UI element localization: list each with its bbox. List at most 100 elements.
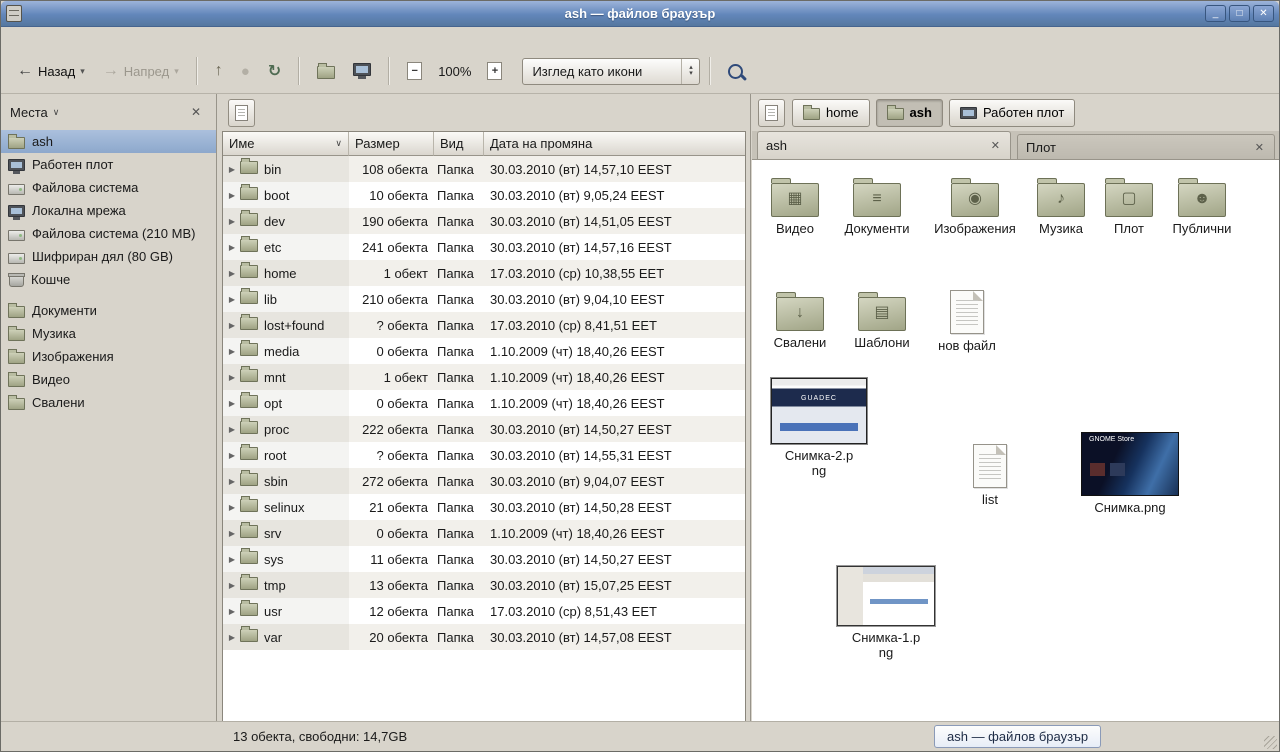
pathbar-button[interactable]: Работен плот — [949, 99, 1075, 127]
sidebar-item[interactable]: Музика — [1, 322, 216, 345]
sidebar-item[interactable]: Файлова система (210 MB) — [1, 222, 216, 245]
expander-icon[interactable]: ▶ — [226, 633, 238, 642]
expander-icon[interactable]: ▶ — [226, 529, 238, 538]
icon-view-item[interactable]: list — [947, 442, 1033, 507]
icon-view-item[interactable]: Шаблони — [839, 288, 925, 350]
expander-icon[interactable]: ▶ — [226, 165, 238, 174]
tab[interactable]: ash ✕ — [757, 131, 1011, 159]
table-row[interactable]: ▶ tmp 13 обекта Папка 30.03.2010 (вт) 15… — [223, 572, 745, 598]
menu-item[interactable] — [77, 35, 95, 41]
table-row[interactable]: ▶ srv 0 обекта Папка 1.10.2009 (чт) 18,4… — [223, 520, 745, 546]
expander-icon[interactable]: ▶ — [226, 555, 238, 564]
places-title[interactable]: Места — [10, 105, 48, 120]
table-row[interactable]: ▶ lost+found ? обекта Папка 17.03.2010 (… — [223, 312, 745, 338]
table-row[interactable]: ▶ sbin 272 обекта Папка 30.03.2010 (вт) … — [223, 468, 745, 494]
icon-view-item[interactable]: GUADEC Снимка-2.png — [764, 376, 874, 478]
expander-icon[interactable]: ▶ — [226, 373, 238, 382]
table-row[interactable]: ▶ home 1 обект Папка 17.03.2010 (ср) 10,… — [223, 260, 745, 286]
expander-icon[interactable]: ▶ — [226, 295, 238, 304]
expander-icon[interactable]: ▶ — [226, 607, 238, 616]
table-row[interactable]: ▶ sys 11 обекта Папка 30.03.2010 (вт) 14… — [223, 546, 745, 572]
expander-icon[interactable]: ▶ — [226, 477, 238, 486]
menu-item[interactable] — [59, 35, 77, 41]
column-header-name[interactable]: Име ∨ — [223, 132, 349, 156]
computer-button[interactable] — [345, 57, 379, 86]
back-button[interactable]: ← Назад ▾ — [9, 58, 93, 85]
reload-button[interactable]: ↻ — [260, 55, 289, 87]
column-header-kind[interactable]: Вид — [434, 132, 484, 156]
sidebar-item[interactable]: Свалени — [1, 391, 216, 414]
up-button[interactable]: ↑ — [207, 56, 231, 86]
table-row[interactable]: ▶ opt 0 обекта Папка 1.10.2009 (чт) 18,4… — [223, 390, 745, 416]
sidebar-item[interactable]: Шифриран дял (80 GB) — [1, 245, 216, 268]
table-row[interactable]: ▶ media 0 обекта Папка 1.10.2009 (чт) 18… — [223, 338, 745, 364]
expander-icon[interactable]: ▶ — [226, 321, 238, 330]
expander-icon[interactable]: ▶ — [226, 399, 238, 408]
zoom-out-button[interactable]: − — [399, 56, 430, 86]
minimize-button[interactable]: _ — [1205, 5, 1226, 22]
icon-view-item[interactable]: Изображения — [932, 174, 1018, 236]
icon-view-item[interactable]: Документи — [834, 174, 920, 236]
icon-view-item[interactable]: нов файл — [924, 288, 1010, 353]
sidebar-close-button[interactable]: ✕ — [185, 104, 207, 120]
table-row[interactable]: ▶ var 20 обекта Папка 30.03.2010 (вт) 14… — [223, 624, 745, 650]
icon-view-item[interactable]: Видео — [752, 174, 838, 236]
expander-icon[interactable]: ▶ — [226, 191, 238, 200]
forward-button[interactable]: → Напред ▾ — [95, 58, 187, 85]
expander-icon[interactable]: ▶ — [226, 581, 238, 590]
expander-icon[interactable]: ▶ — [226, 451, 238, 460]
icon-view-item[interactable]: Публични — [1159, 174, 1245, 236]
icon-view-item[interactable]: GNOME Store Снимка.png — [1075, 430, 1185, 515]
expander-icon[interactable]: ▶ — [226, 269, 238, 278]
sidebar-item[interactable]: Кошче — [1, 268, 216, 291]
sidebar-item[interactable]: Видео — [1, 368, 216, 391]
menu-item[interactable] — [41, 35, 59, 41]
table-row[interactable]: ▶ selinux 21 обекта Папка 30.03.2010 (вт… — [223, 494, 745, 520]
sidebar-item[interactable]: Локална мрежа — [1, 199, 216, 222]
table-row[interactable]: ▶ bin 108 обекта Папка 30.03.2010 (вт) 1… — [223, 156, 745, 182]
combo-spinner-icon[interactable]: ▴ ▾ — [681, 59, 699, 84]
resize-grip[interactable] — [1264, 736, 1277, 749]
table-row[interactable]: ▶ mnt 1 обект Папка 1.10.2009 (чт) 18,40… — [223, 364, 745, 390]
expander-icon[interactable]: ▶ — [226, 243, 238, 252]
back-dropdown-icon[interactable]: ▾ — [80, 66, 85, 77]
expander-icon[interactable]: ▶ — [226, 217, 238, 226]
search-button[interactable] — [720, 58, 751, 85]
icon-view[interactable]: Видео Документи Изображения Музика Плот … — [752, 160, 1279, 722]
stop-button[interactable]: ● — [233, 57, 258, 86]
table-row[interactable]: ▶ usr 12 обекта Папка 17.03.2010 (ср) 8,… — [223, 598, 745, 624]
pathbar-root-button[interactable] — [758, 99, 785, 127]
table-row[interactable]: ▶ dev 190 обекта Папка 30.03.2010 (вт) 1… — [223, 208, 745, 234]
icon-view-item[interactable]: Свалени — [757, 288, 843, 350]
table-row[interactable]: ▶ lib 210 обекта Папка 30.03.2010 (вт) 9… — [223, 286, 745, 312]
expander-icon[interactable]: ▶ — [226, 503, 238, 512]
column-header-size[interactable]: Размер — [349, 132, 434, 156]
titlebar[interactable]: ash — файлов браузър _ □ ✕ — [1, 1, 1279, 27]
tab[interactable]: Плот ✕ — [1017, 134, 1275, 159]
places-caret-icon[interactable]: ∨ — [53, 107, 60, 118]
maximize-button[interactable]: □ — [1229, 5, 1250, 22]
icon-view-item[interactable]: Снимка-1.png — [831, 564, 941, 660]
home-button[interactable] — [309, 57, 343, 85]
view-mode-select[interactable]: Изглед като икони ▴ ▾ — [522, 58, 700, 85]
taskbar-window-button[interactable]: ash — файлов браузър — [934, 725, 1101, 748]
table-row[interactable]: ▶ boot 10 обекта Папка 30.03.2010 (вт) 9… — [223, 182, 745, 208]
expander-icon[interactable]: ▶ — [226, 347, 238, 356]
sidebar-item[interactable]: ash — [1, 130, 216, 153]
table-row[interactable]: ▶ etc 241 обекта Папка 30.03.2010 (вт) 1… — [223, 234, 745, 260]
menu-item[interactable] — [23, 35, 41, 41]
pathbar-button[interactable]: home — [792, 99, 870, 127]
column-header-date[interactable]: Дата на промяна — [484, 132, 745, 156]
menu-item[interactable] — [5, 35, 23, 41]
zoom-in-button[interactable]: + — [479, 56, 510, 86]
tab-close-icon[interactable]: ✕ — [1253, 141, 1266, 154]
pathbar-button[interactable]: ash — [876, 99, 943, 127]
sidebar-item[interactable]: Изображения — [1, 345, 216, 368]
close-button[interactable]: ✕ — [1253, 5, 1274, 22]
sidebar-item[interactable]: Работен плот — [1, 153, 216, 176]
table-row[interactable]: ▶ proc 222 обекта Папка 30.03.2010 (вт) … — [223, 416, 745, 442]
table-row[interactable]: ▶ root ? обекта Папка 30.03.2010 (вт) 14… — [223, 442, 745, 468]
sidebar-item[interactable]: Файлова система — [1, 176, 216, 199]
sidebar-item[interactable]: Документи — [1, 299, 216, 322]
expander-icon[interactable]: ▶ — [226, 425, 238, 434]
